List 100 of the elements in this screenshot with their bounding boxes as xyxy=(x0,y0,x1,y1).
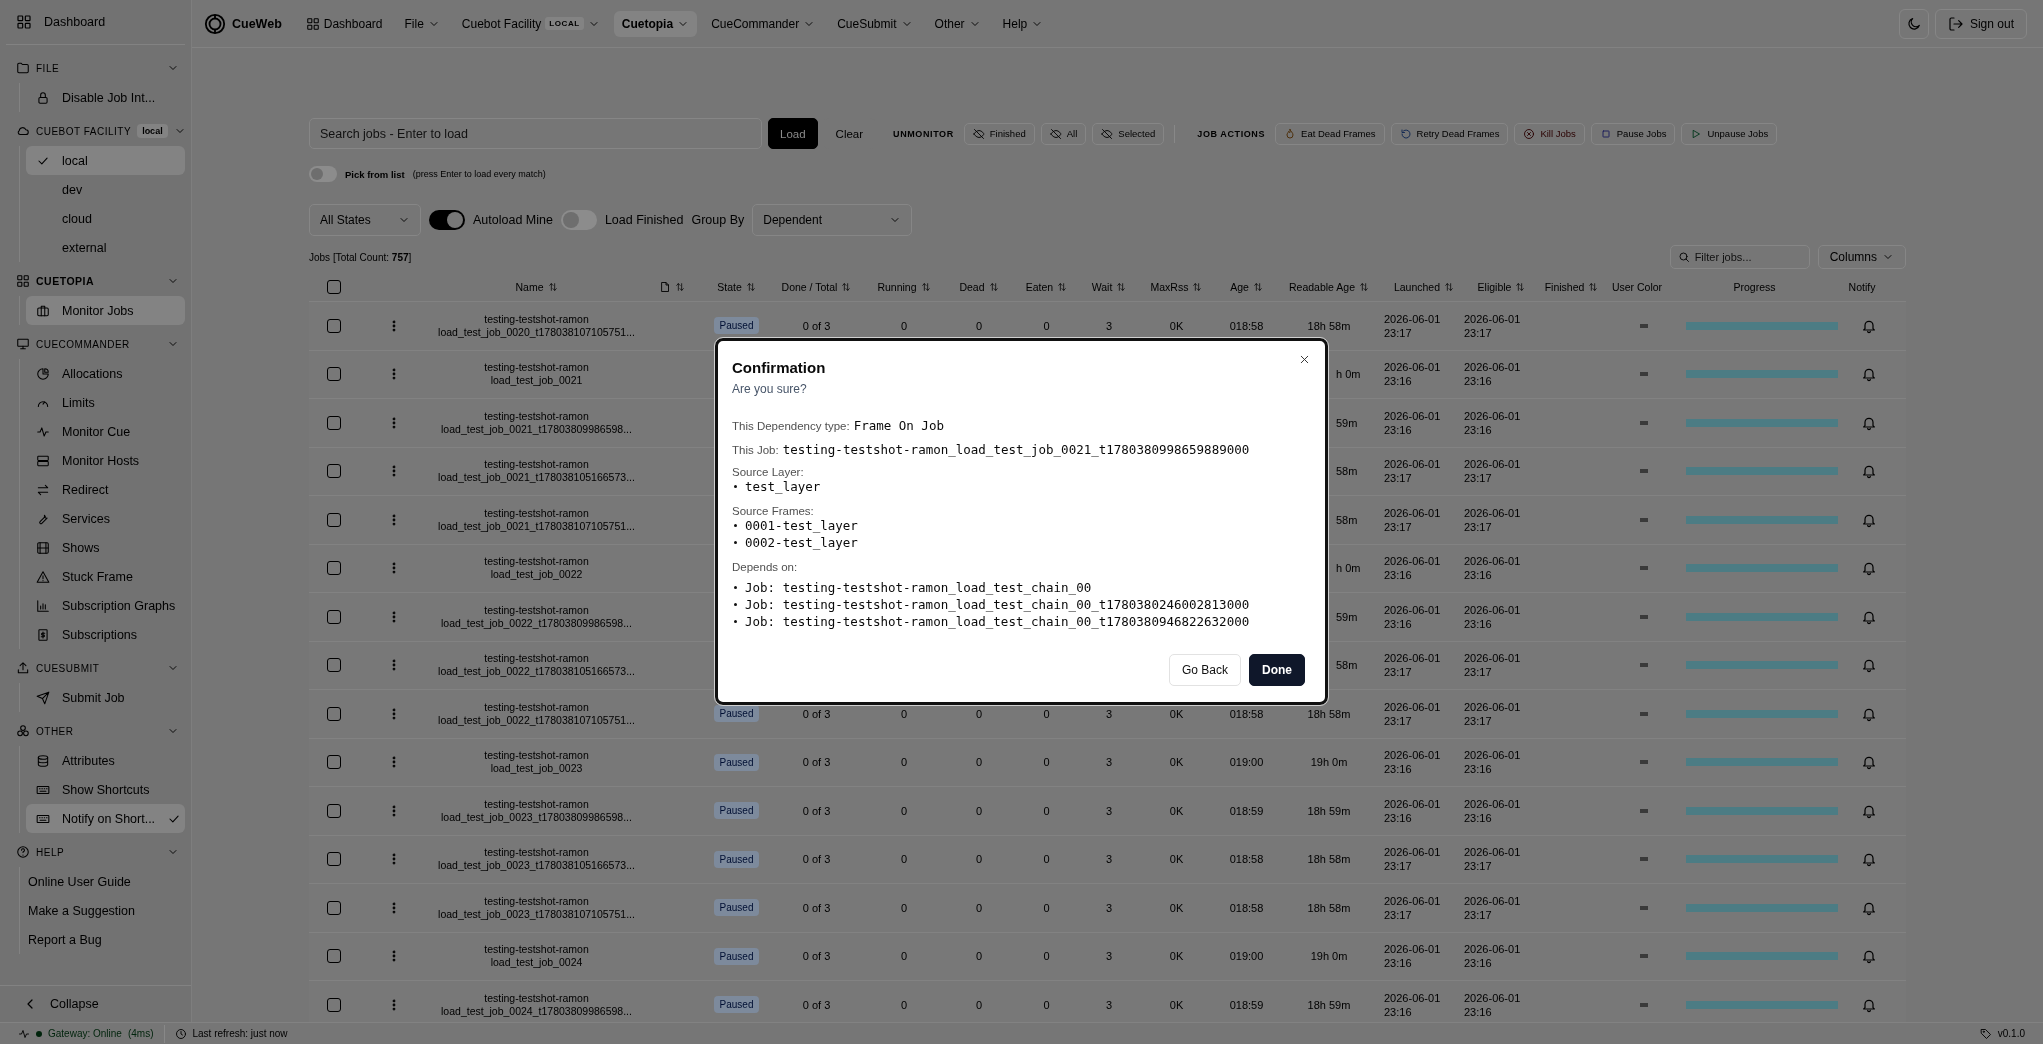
section-header[interactable]: HELP xyxy=(6,837,185,867)
sidebar-item[interactable]: dev xyxy=(26,175,185,204)
sidebar-item[interactable]: Show Shortcuts xyxy=(26,775,185,804)
sidebar-item[interactable]: Subscription Graphs xyxy=(26,591,185,620)
nav-link[interactable]: Dashboard xyxy=(297,10,391,37)
sidebar-item[interactable]: external xyxy=(26,233,185,262)
sidebar-item[interactable]: Redirect xyxy=(26,475,185,504)
row-checkbox[interactable] xyxy=(327,949,341,964)
section-header[interactable]: OTHER xyxy=(6,716,185,746)
section-header[interactable]: CUETOPIA xyxy=(6,266,185,296)
nav-menu[interactable]: File xyxy=(396,10,448,37)
filter-field[interactable]: Filter jobs... xyxy=(1669,245,1810,269)
close-button[interactable] xyxy=(1298,353,1311,366)
row-checkbox[interactable] xyxy=(327,852,341,867)
sidebar-item[interactable]: Allocations xyxy=(26,359,185,388)
bell-icon[interactable] xyxy=(1861,754,1877,771)
column-header[interactable]: Name xyxy=(515,280,544,293)
sort-icon[interactable] xyxy=(988,281,999,292)
collapse-button[interactable]: Collapse xyxy=(0,985,191,1022)
bell-icon[interactable] xyxy=(1861,366,1877,383)
row-checkbox[interactable] xyxy=(327,609,341,624)
column-header[interactable]: MaxRss xyxy=(1150,280,1189,293)
go-back-button[interactable]: Go Back xyxy=(1168,654,1241,686)
sidebar-item[interactable]: Shows xyxy=(26,533,185,562)
nav-menu[interactable]: CueCommander xyxy=(703,10,824,37)
sort-icon[interactable] xyxy=(1057,281,1068,292)
sort-icon[interactable] xyxy=(841,281,852,292)
section-header[interactable]: FILE xyxy=(6,53,185,83)
section-header[interactable]: CUEBOT FACILITY local xyxy=(6,116,185,146)
sidebar-item[interactable]: Attributes xyxy=(26,746,185,775)
sort-icon[interactable] xyxy=(920,281,931,292)
toggle-switch[interactable] xyxy=(309,166,337,182)
sidebar-item[interactable]: Online User Guide xyxy=(26,867,185,896)
row-checkbox[interactable] xyxy=(327,900,341,915)
sidebar-item[interactable]: Make a Suggestion xyxy=(26,896,185,925)
row-checkbox[interactable] xyxy=(327,561,341,576)
section-header[interactable]: CUECOMMANDER xyxy=(6,329,185,359)
column-header[interactable]: Wait xyxy=(1091,280,1113,293)
column-header[interactable]: Eligible xyxy=(1477,280,1512,293)
sidebar-item[interactable]: Submit Job xyxy=(26,683,185,712)
theme-toggle-button[interactable] xyxy=(1898,8,1929,39)
row-checkbox[interactable] xyxy=(327,512,341,527)
sort-icon[interactable] xyxy=(1359,281,1369,292)
nav-menu[interactable]: Help xyxy=(994,10,1052,37)
group-by-select[interactable]: Dependent xyxy=(752,204,913,236)
sort-icon[interactable] xyxy=(1252,281,1263,292)
sort-icon[interactable] xyxy=(1444,281,1455,292)
row-checkbox[interactable] xyxy=(327,658,341,673)
sidebar-item[interactable]: Services xyxy=(26,504,185,533)
sign-out-button[interactable]: Sign out xyxy=(1934,8,2027,39)
column-header[interactable]: Running xyxy=(877,280,917,293)
row-checkbox[interactable] xyxy=(327,464,341,479)
bell-icon[interactable] xyxy=(1861,851,1877,868)
sort-icon[interactable] xyxy=(1192,281,1203,292)
sidebar-item[interactable]: Limits xyxy=(26,388,185,417)
job-action-button[interactable]: Retry Dead Frames xyxy=(1390,122,1509,145)
row-checkbox[interactable] xyxy=(327,706,341,721)
column-header[interactable]: State xyxy=(717,280,742,293)
sort-icon[interactable] xyxy=(745,281,756,292)
sidebar-item[interactable]: Stuck Frame xyxy=(26,562,185,591)
load-button[interactable]: Load xyxy=(768,118,818,149)
sidebar-item[interactable]: Subscriptions xyxy=(26,620,185,649)
bell-icon[interactable] xyxy=(1861,948,1877,965)
sidebar-item[interactable]: Monitor Jobs xyxy=(26,296,185,325)
nav-menu[interactable]: Cuebot Facility LOCAL xyxy=(453,10,608,37)
toggle-switch[interactable] xyxy=(560,210,597,230)
unmonitor-button[interactable]: All xyxy=(1040,122,1087,145)
sort-icon[interactable] xyxy=(1116,281,1127,292)
unmonitor-button[interactable]: Finished xyxy=(963,122,1035,145)
column-header[interactable]: Dead xyxy=(959,280,985,293)
sidebar-item[interactable]: Report a Bug xyxy=(26,925,185,954)
sidebar-item[interactable]: cloud xyxy=(26,204,185,233)
select-all-checkbox[interactable] xyxy=(327,279,341,294)
job-action-button[interactable]: Eat Dead Frames xyxy=(1275,122,1385,145)
bell-icon[interactable] xyxy=(1861,463,1877,480)
row-checkbox[interactable] xyxy=(327,318,341,333)
row-checkbox[interactable] xyxy=(327,755,341,770)
sort-icon[interactable] xyxy=(674,281,685,292)
section-header[interactable]: CUESUBMIT xyxy=(6,653,185,683)
sidebar-item[interactable]: Notify on Short... xyxy=(26,804,185,833)
column-header[interactable]: Readable Age xyxy=(1289,280,1355,293)
dashboard-link[interactable]: Dashboard xyxy=(6,8,185,36)
row-checkbox[interactable] xyxy=(327,415,341,430)
toggle-switch[interactable] xyxy=(429,210,465,230)
bell-icon[interactable] xyxy=(1861,657,1877,674)
row-checkbox[interactable] xyxy=(327,997,341,1012)
state-select[interactable]: All States xyxy=(309,204,421,236)
sidebar-item[interactable]: Monitor Hosts xyxy=(26,446,185,475)
sort-icon[interactable] xyxy=(547,281,558,292)
column-header[interactable]: Finished xyxy=(1544,280,1585,293)
column-header[interactable]: Launched xyxy=(1393,280,1441,293)
sidebar-item[interactable]: local xyxy=(26,146,185,175)
sort-icon[interactable] xyxy=(1588,281,1599,292)
search-field[interactable]: Search jobs - Enter to load xyxy=(309,118,762,149)
column-header[interactable]: Done / Total xyxy=(781,280,838,293)
job-action-button[interactable]: Kill Jobs xyxy=(1514,122,1585,145)
nav-menu[interactable]: Other xyxy=(926,10,989,37)
nav-menu[interactable]: Cuetopia xyxy=(613,10,698,37)
sidebar-item[interactable]: Disable Job Int... xyxy=(26,83,185,112)
bell-icon[interactable] xyxy=(1861,560,1877,577)
